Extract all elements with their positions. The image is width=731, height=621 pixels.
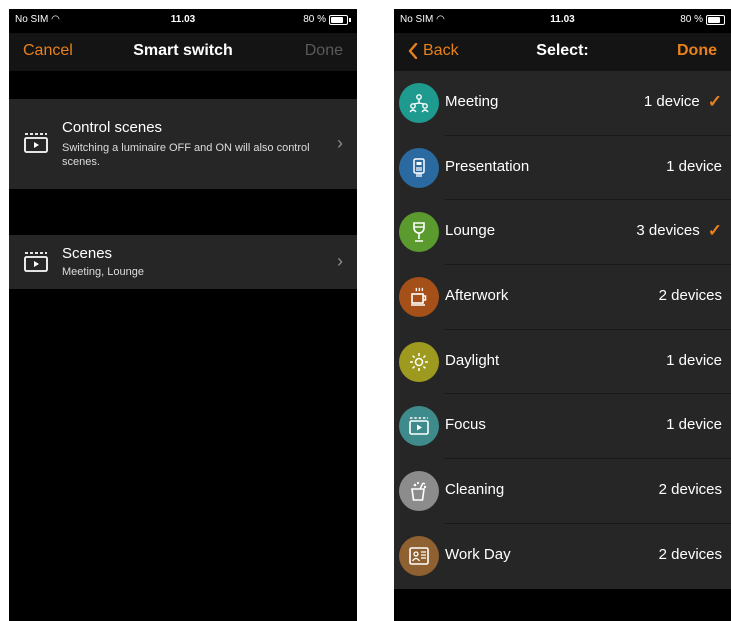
device-count: 1 device (643, 93, 700, 110)
battery-percent: 80 % (680, 14, 703, 25)
scene-row-presentation[interactable]: Presentation 1 device (394, 135, 731, 201)
scene-name: Work Day (445, 545, 511, 563)
scenes-subtitle: Meeting, Lounge (62, 266, 144, 278)
device-count: 3 devices (636, 222, 700, 240)
smart-switch-screen: No SIM ◠ 11.03 80 % Cancel Smart switch … (9, 9, 357, 621)
scene-meta: 1 device (666, 158, 722, 175)
status-bar: No SIM ◠ 11.03 80 % (394, 9, 731, 33)
scene-name: Lounge (445, 222, 496, 240)
device-count: 1 device (666, 157, 722, 175)
scenes-row[interactable]: Scenes Meeting, Lounge › (9, 235, 357, 289)
checkmark-icon: ✓ (707, 92, 722, 111)
control-scenes-subtitle: Switching a luminaire OFF and ON will al… (62, 142, 310, 168)
id-card-icon (399, 535, 439, 576)
battery-percent: 80 % (303, 14, 326, 25)
clapperboard-icon (24, 252, 48, 272)
device-count: 2 devices (658, 481, 722, 499)
back-button[interactable]: Back (408, 42, 459, 60)
scene-name: Daylight (445, 351, 500, 369)
people-network-icon (399, 83, 439, 123)
presentation-icon (399, 147, 439, 188)
scene-meta: 2 devices (659, 546, 722, 563)
navigation-bar: Back Select: Done (394, 33, 731, 71)
scene-row-afterwork[interactable]: Afterwork 2 devices (394, 265, 731, 330)
coffee-cup-icon (399, 277, 439, 318)
device-count: 2 devices (658, 287, 722, 305)
device-count: 2 devices (658, 545, 722, 563)
scene-name: Focus (445, 416, 486, 434)
back-label: Back (423, 42, 459, 59)
done-button[interactable]: Done (305, 42, 343, 60)
scene-name: Cleaning (445, 481, 505, 499)
scene-row-work-day[interactable]: Work Day 2 devices (394, 523, 731, 589)
chevron-right-icon: › (337, 251, 343, 271)
scene-row-meeting[interactable]: Meeting 1 device ✓ (394, 71, 731, 136)
scene-row-cleaning[interactable]: Cleaning 2 devices (394, 459, 731, 524)
battery-icon (329, 14, 348, 25)
scene-name: Afterwork (445, 287, 509, 305)
scene-list: Meeting 1 device ✓ Presentation 1 device Loun… (394, 71, 731, 589)
scene-row-daylight[interactable]: Daylight 1 device (394, 329, 731, 395)
scene-meta: 1 device ✓ (644, 93, 722, 110)
scene-name: Meeting (445, 93, 499, 110)
scenes-title: Scenes (62, 245, 113, 262)
clapperboard-icon (24, 133, 48, 153)
scene-meta: 1 device (666, 352, 722, 369)
scene-meta: 1 device (666, 416, 722, 433)
done-button[interactable]: Done (677, 42, 717, 60)
scene-meta: 2 devices (659, 481, 722, 498)
select-scenes-screen: No SIM ◠ 11.03 80 % Back Select: Done Me… (394, 9, 731, 621)
chevron-left-icon (408, 43, 418, 59)
control-scenes-row[interactable]: Control scenes Switching a luminaire OFF… (9, 99, 357, 189)
chevron-right-icon: › (337, 133, 343, 153)
battery-indicator: 80 % (680, 14, 725, 25)
wine-glass-icon (399, 212, 439, 253)
clapperboard-icon (399, 406, 439, 447)
device-count: 1 device (666, 351, 722, 369)
status-bar: No SIM ◠ 11.03 80 % (9, 9, 357, 33)
scene-meta: 3 devices ✓ (636, 222, 722, 239)
device-count: 1 device (666, 416, 722, 434)
battery-icon (706, 14, 725, 25)
scene-row-focus[interactable]: Focus 1 device (394, 394, 731, 460)
scene-row-lounge[interactable]: Lounge 3 devices ✓ (394, 200, 731, 266)
navigation-bar: Cancel Smart switch Done (9, 33, 357, 71)
control-scenes-title: Control scenes (62, 119, 163, 136)
scene-meta: 2 devices (659, 287, 722, 304)
battery-indicator: 80 % (303, 14, 351, 25)
cancel-button[interactable]: Cancel (23, 42, 73, 60)
cleaning-bucket-icon (399, 471, 439, 512)
scene-name: Presentation (445, 157, 530, 175)
checkmark-icon: ✓ (707, 221, 722, 241)
sun-icon (399, 341, 439, 382)
